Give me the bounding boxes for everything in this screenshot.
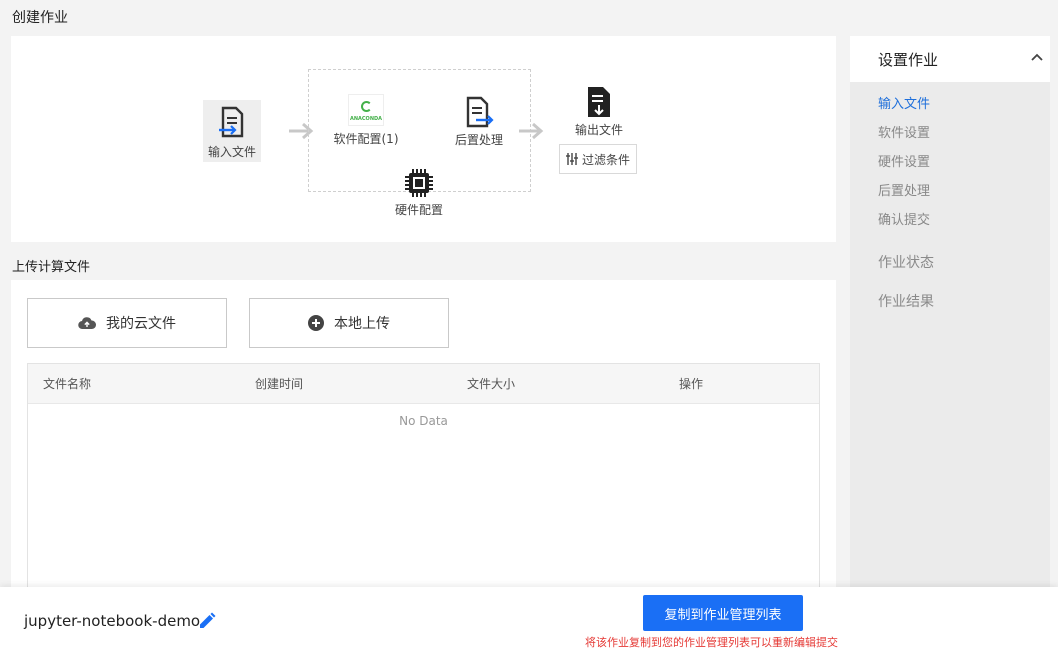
- sidebar-step-hardware[interactable]: 硬件设置: [878, 151, 930, 170]
- workflow-output-label: 输出文件: [574, 123, 623, 137]
- plus-circle-icon: [308, 315, 324, 331]
- sidebar-step-software[interactable]: 软件设置: [878, 122, 930, 141]
- table-header: 文件名称 创建时间 文件大小 操作: [28, 364, 819, 404]
- filter-button[interactable]: 过滤条件: [559, 144, 637, 174]
- copy-hint: 将该作业复制到您的作业管理列表可以重新编辑提交: [585, 636, 838, 649]
- table-empty-text: No Data: [399, 414, 448, 428]
- workflow-panel: 输入文件 ANACONDA 软件配置(1) 后置处理 硬件配置 输出文件 过滤条…: [11, 36, 836, 242]
- files-table: 文件名称 创建时间 文件大小 操作 No Data: [27, 363, 820, 603]
- page-title: 创建作业: [12, 10, 68, 26]
- workflow-node-output[interactable]: 输出文件: [569, 86, 629, 138]
- sidebar-group-status[interactable]: 作业状态: [878, 252, 934, 272]
- local-upload-label: 本地上传: [334, 316, 390, 332]
- column-header-actions: 操作: [679, 377, 704, 391]
- filter-label: 过滤条件: [581, 152, 630, 167]
- workflow-hardware-label: 硬件配置: [394, 203, 443, 217]
- filter-icon: [565, 153, 578, 165]
- upload-section-title: 上传计算文件: [12, 260, 91, 275]
- arrow-right-icon: [519, 122, 544, 140]
- workflow-node-post[interactable]: 后置处理: [447, 96, 511, 148]
- copy-to-job-list-button[interactable]: 复制到作业管理列表: [643, 595, 803, 631]
- edit-icon[interactable]: [198, 612, 216, 630]
- cloud-icon: [78, 317, 96, 330]
- my-cloud-files-label: 我的云文件: [106, 316, 176, 332]
- sidebar-header[interactable]: 设置作业: [850, 36, 1050, 82]
- column-header-name[interactable]: 文件名称: [43, 375, 91, 392]
- column-header-created[interactable]: 创建时间: [255, 375, 303, 392]
- sidebar-nav: 输入文件 软件设置 硬件设置 后置处理 确认提交 作业状态 作业结果: [850, 82, 1050, 592]
- chevron-up-icon[interactable]: [1030, 52, 1044, 62]
- cpu-chip-icon: [405, 169, 433, 197]
- workflow-node-input[interactable]: 输入文件: [203, 100, 261, 162]
- sidebar-step-confirm[interactable]: 确认提交: [878, 209, 930, 228]
- sidebar-step-input[interactable]: 输入文件: [878, 93, 930, 112]
- input-file-icon: [219, 106, 244, 138]
- workflow-node-software[interactable]: ANACONDA 软件配置(1): [326, 94, 406, 147]
- local-upload-button[interactable]: 本地上传: [249, 298, 449, 348]
- column-header-size[interactable]: 文件大小: [467, 375, 515, 392]
- sidebar-group-results[interactable]: 作业结果: [878, 291, 934, 311]
- upload-panel: 我的云文件 本地上传 文件名称 创建时间 文件大小 操作 No Data: [11, 280, 836, 603]
- workflow-software-label: 软件配置(1): [333, 132, 399, 146]
- sidebar-title: 设置作业: [878, 51, 939, 69]
- output-file-icon: [588, 87, 610, 117]
- job-name: jupyter-notebook-demo: [24, 612, 201, 630]
- footer-bar: jupyter-notebook-demo 复制到作业管理列表 将该作业复制到您…: [0, 587, 1058, 655]
- my-cloud-files-button[interactable]: 我的云文件: [27, 298, 227, 348]
- post-process-icon: [466, 96, 494, 128]
- anaconda-logo: ANACONDA: [348, 94, 384, 126]
- workflow-input-label: 输入文件: [207, 145, 256, 159]
- sidebar-step-post[interactable]: 后置处理: [878, 180, 930, 199]
- workflow-post-label: 后置处理: [454, 133, 503, 147]
- workflow-node-hardware[interactable]: 硬件配置: [388, 168, 450, 218]
